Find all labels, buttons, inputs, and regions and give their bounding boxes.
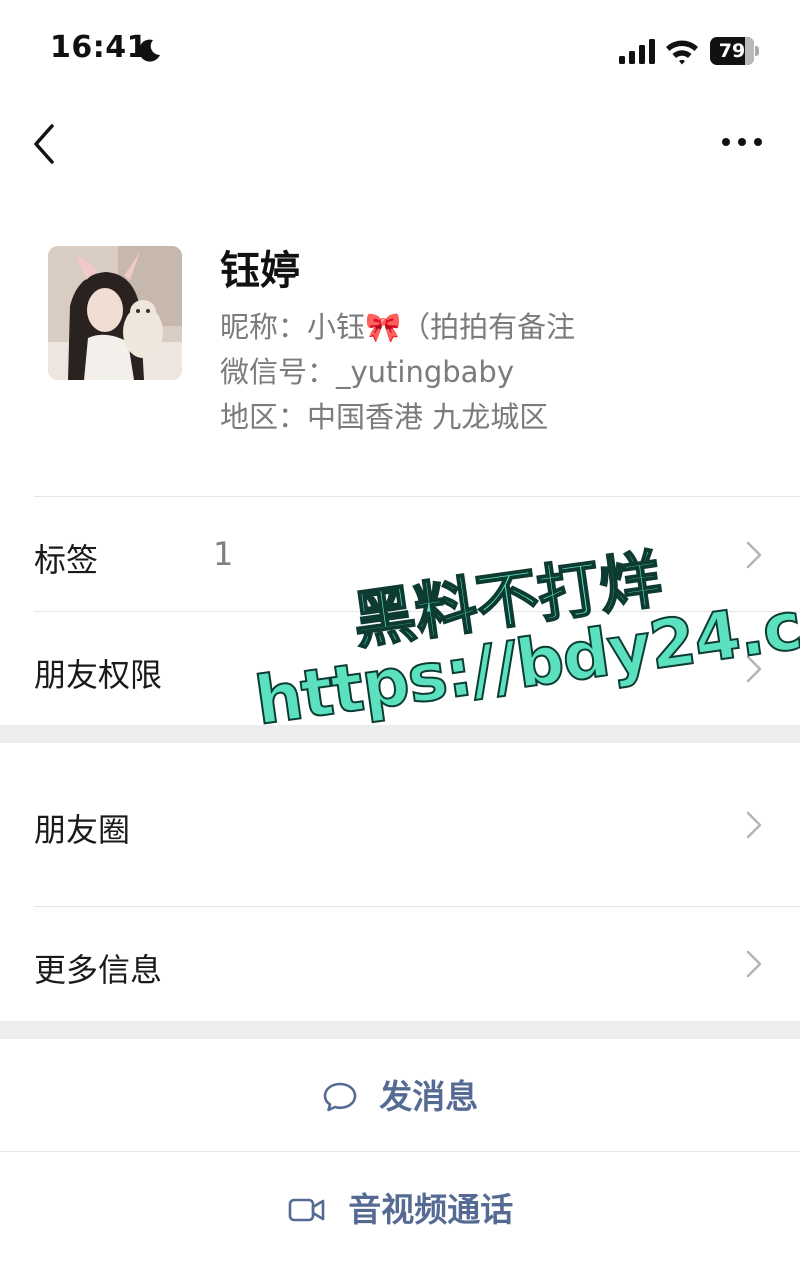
- row-more-info[interactable]: 更多信息: [0, 907, 800, 1021]
- status-bar: 16:41 79: [0, 0, 800, 100]
- video-call-label: 音视频通话: [348, 1189, 514, 1229]
- nickname-text: 昵称：小钰🎀（拍拍有备注: [220, 310, 576, 344]
- avatar-image: [48, 246, 182, 380]
- video-call-button[interactable]: 音视频通话: [0, 1152, 800, 1264]
- section-gap: [0, 1021, 800, 1039]
- nav-bar: [0, 100, 800, 190]
- row-label: 更多信息: [34, 951, 163, 989]
- video-call-icon: [288, 1198, 325, 1221]
- chevron-right-icon: [746, 950, 762, 978]
- profile-header: 钰婷 昵称：小钰🎀（拍拍有备注 微信号：_yutingbaby 地区：中国香港 …: [0, 200, 800, 496]
- send-message-label: 发消息: [379, 1076, 479, 1116]
- more-dots-icon[interactable]: [718, 130, 766, 154]
- cellular-signal-icon: [619, 39, 655, 64]
- row-label: 朋友权限: [34, 656, 163, 694]
- wechat-id-text: 微信号：_yutingbaby: [220, 355, 515, 389]
- row-label: 朋友圈: [34, 811, 131, 849]
- profile-name: 钰婷: [220, 248, 300, 294]
- region-text: 地区：中国香港 九龙城区: [220, 400, 549, 434]
- moon-icon: [138, 39, 160, 62]
- chat-bubble-icon: [323, 1082, 357, 1111]
- battery-level: 79: [718, 40, 746, 62]
- row-label: 标签: [34, 541, 99, 579]
- status-time: 16:41: [50, 30, 148, 65]
- chevron-right-icon: [746, 811, 762, 839]
- row-value: 1: [213, 535, 234, 573]
- chevron-left-icon[interactable]: [30, 122, 60, 166]
- row-moments[interactable]: 朋友圈: [0, 743, 800, 906]
- battery-nub: [755, 46, 759, 56]
- battery-icon: 79: [710, 37, 760, 65]
- wifi-icon: [666, 40, 698, 65]
- avatar[interactable]: [48, 246, 182, 380]
- send-message-button[interactable]: 发消息: [0, 1039, 800, 1151]
